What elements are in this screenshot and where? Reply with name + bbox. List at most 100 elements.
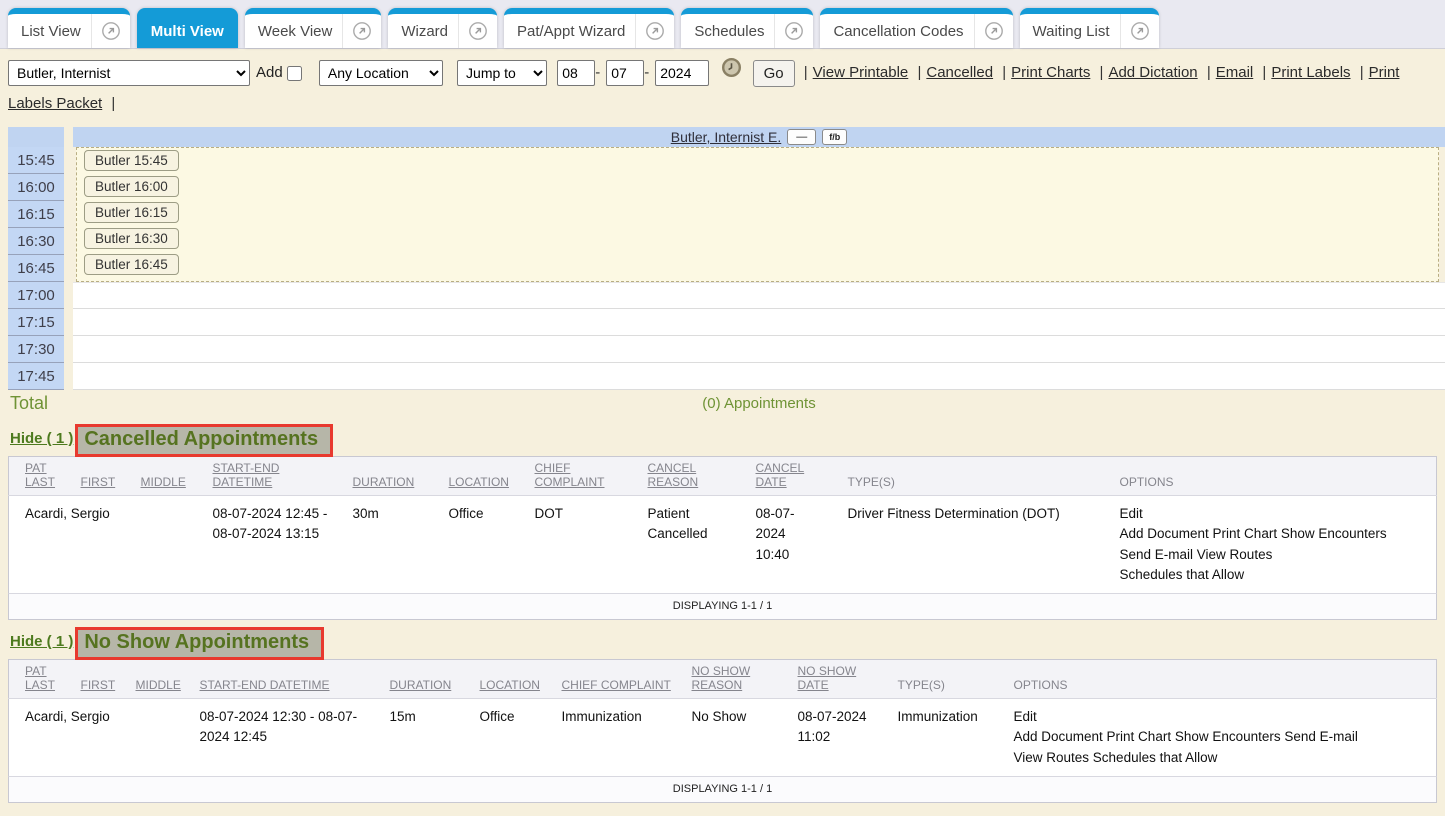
col-chief-complaint[interactable]: CHIEF COMPLAINT [556,660,686,699]
col-location[interactable]: LOCATION [474,660,556,699]
patient-name-cell: Acardi, Sergio [9,496,207,594]
popout-icon[interactable] [91,14,130,48]
tab-label: Waiting List [1020,23,1120,40]
empty-slot-row[interactable] [73,309,1445,336]
popout-icon[interactable] [458,14,497,48]
col-middle[interactable]: MIDDLE [135,457,207,496]
popout-icon[interactable] [342,14,381,48]
option-link[interactable]: Add Document Print Chart Show Encounters [1120,524,1431,544]
location-select[interactable]: Any Location [319,60,443,86]
email-link[interactable]: Email [1216,64,1254,81]
col-pat-last[interactable]: PAT LAST [9,457,75,496]
add-dictation-link[interactable]: Add Dictation [1108,64,1197,81]
date-year-field[interactable] [655,60,709,86]
col-chief-complaint[interactable]: CHIEF COMPLAINT [529,457,642,496]
tab-multi-view[interactable]: Multi View [137,8,238,48]
open-slot-button[interactable]: Butler 16:45 [84,254,179,275]
clock-icon[interactable] [721,57,742,89]
open-slot-button[interactable]: Butler 16:15 [84,202,179,223]
collapse-column-button[interactable]: — [787,129,816,145]
table-row: Acardi, Sergio 08-07-2024 12:30 - 08-07-… [9,699,1437,777]
go-button[interactable]: Go [753,60,795,87]
tab-label: List View [8,23,91,40]
cancelled-displaying-status: DISPLAYING 1-1 / 1 [8,593,1437,620]
col-duration[interactable]: DURATION [347,457,443,496]
empty-slot-row[interactable] [73,282,1445,309]
open-slot-button[interactable]: Butler 16:00 [84,176,179,197]
table-row: Acardi, Sergio 08-07-2024 12:45 - 08-07-… [9,496,1437,594]
col-location[interactable]: LOCATION [443,457,529,496]
view-tab-bar: List View Multi View Week View Wizard Pa… [0,0,1445,49]
empty-slot-row[interactable] [73,363,1445,390]
popout-icon[interactable] [635,14,674,48]
col-cancel-reason[interactable]: CANCEL REASON [642,457,750,496]
col-cancel-date[interactable]: CANCEL DATE [750,457,842,496]
popout-icon[interactable] [774,14,813,48]
col-start-end[interactable]: START-END DATETIME [194,660,384,699]
col-no-show-date[interactable]: NO SHOW DATE [792,660,892,699]
col-start-end[interactable]: START-END DATETIME [207,457,347,496]
option-link[interactable]: Schedules that Allow [1120,565,1431,585]
tab-cancellation-codes[interactable]: Cancellation Codes [820,8,1012,48]
options-cell: Edit Add Document Print Chart Show Encou… [1008,699,1437,777]
date-month-field[interactable] [557,60,595,86]
tab-schedules[interactable]: Schedules [681,8,813,48]
empty-slot-row[interactable] [73,336,1445,363]
cancelled-link[interactable]: Cancelled [926,64,993,81]
option-link[interactable]: Send E-mail View Routes [1120,545,1431,565]
jump-to-select[interactable]: Jump to [457,60,547,86]
col-middle[interactable]: MIDDLE [130,660,194,699]
col-pat-last[interactable]: PAT LAST [9,660,75,699]
popout-icon[interactable] [1120,14,1159,48]
col-duration[interactable]: DURATION [384,660,474,699]
chief-complaint-cell: DOT [529,496,642,594]
date-day-field[interactable] [606,60,644,86]
no-show-section-header: Hide ( 1 ) No Show Appointments [8,627,1437,659]
open-slot-button[interactable]: Butler 15:45 [84,150,179,171]
time-column: 15:45 16:00 16:15 16:30 16:45 17:00 17:1… [8,147,64,390]
cancel-date-cell: 08-07-2024 10:40 [750,496,842,594]
cancelled-section-title: Cancelled Appointments [75,424,333,457]
no-show-hide-link[interactable]: Hide ( 1 ) [10,633,73,650]
fb-toggle-button[interactable]: f/b [822,129,847,145]
open-slots-block: Butler 15:45 Butler 16:00 Butler 16:15 B… [76,147,1439,282]
tab-week-view[interactable]: Week View [245,8,381,48]
time-label: 16:15 [8,201,64,228]
col-first[interactable]: FIRST [75,660,130,699]
popout-icon[interactable] [974,14,1013,48]
print-labels-link[interactable]: Print Labels [1271,64,1350,81]
col-no-show-reason[interactable]: NO SHOW REASON [686,660,792,699]
cancelled-hide-link[interactable]: Hide ( 1 ) [10,430,73,447]
time-label: 16:00 [8,174,64,201]
option-link[interactable]: Add Document Print Chart Show Encounters… [1014,727,1431,747]
add-checkbox[interactable] [287,66,302,81]
provider-column-header: Butler, Internist E. — f/b [73,127,1445,147]
tab-list-view[interactable]: List View [8,8,130,48]
table-header-row: PAT LAST FIRST MIDDLE START-END DATETIME… [9,457,1437,496]
location-cell: Office [443,496,529,594]
tab-label: Multi View [137,23,238,40]
option-link[interactable]: View Routes Schedules that Allow [1014,748,1431,768]
view-printable-link[interactable]: View Printable [813,64,909,81]
datetime-cell: 08-07-2024 12:30 - 08-07-2024 12:45 [194,699,384,777]
chief-complaint-cell: Immunization [556,699,686,777]
location-cell: Office [474,699,556,777]
total-row: Total (0) Appointments [8,390,1445,417]
time-label: 17:45 [8,363,64,390]
tab-label: Schedules [681,23,774,40]
tab-waiting-list[interactable]: Waiting List [1020,8,1159,48]
tab-pat-appt-wizard[interactable]: Pat/Appt Wizard [504,8,674,48]
print-charts-link[interactable]: Print Charts [1011,64,1090,81]
provider-select[interactable]: Butler, Internist [8,60,250,86]
time-label: 16:45 [8,255,64,282]
option-link[interactable]: Edit [1014,707,1431,727]
tab-wizard[interactable]: Wizard [388,8,497,48]
time-label: 17:30 [8,336,64,363]
col-types: TYPE(S) [892,660,1008,699]
open-slot-button[interactable]: Butler 16:30 [84,228,179,249]
table-header-row: PAT LAST FIRST MIDDLE START-END DATETIME… [9,660,1437,699]
option-link[interactable]: Edit [1120,504,1431,524]
provider-header-link[interactable]: Butler, Internist E. [671,129,782,145]
no-show-appointments-table: PAT LAST FIRST MIDDLE START-END DATETIME… [8,659,1437,777]
col-first[interactable]: FIRST [75,457,135,496]
